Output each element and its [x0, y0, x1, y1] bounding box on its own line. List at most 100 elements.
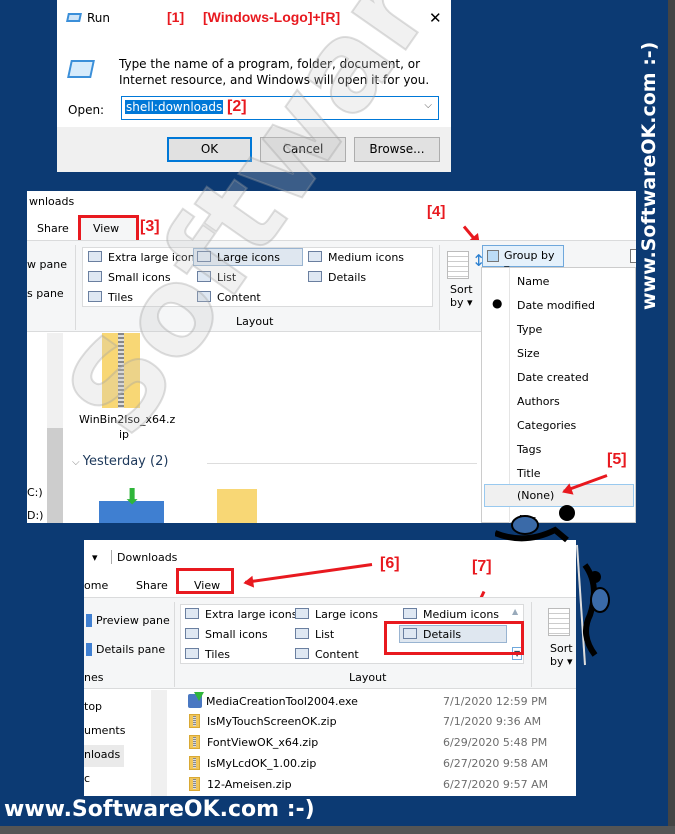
preview-pane-button[interactable]: w pane — [27, 258, 67, 271]
annotation-6: [6] — [380, 555, 400, 572]
zip-icon — [189, 714, 200, 728]
rope-line — [576, 544, 586, 666]
file-row[interactable]: MediaCreationTool2004.exe — [188, 692, 358, 712]
separator — [75, 245, 76, 330]
layout-small-icons[interactable]: Small icons — [88, 269, 171, 287]
preview-pane-icon — [86, 614, 92, 627]
run-description: Type the name of a program, folder, docu… — [119, 57, 430, 87]
file-row[interactable]: IsMyLcdOK_1.00.zip — [189, 754, 316, 774]
highlight-box-view — [78, 215, 139, 243]
layout-tiles[interactable]: Tiles — [185, 646, 230, 664]
menu-item-none-highlight[interactable] — [484, 484, 634, 507]
label: Extra large icons — [108, 251, 201, 264]
open-input-value: shell:downloads — [125, 100, 224, 114]
layout-content[interactable]: Content — [197, 289, 261, 307]
menu-item-authors[interactable]: Authors — [517, 395, 560, 408]
nav-scrollbar[interactable] — [47, 333, 63, 523]
file-row[interactable]: FontViewOK_x64.zip — [189, 733, 318, 753]
nav-item-documents[interactable]: uments — [84, 724, 125, 737]
label: Small icons — [205, 628, 268, 641]
backpack-shape — [511, 515, 539, 535]
menu-item-date-modified[interactable]: Date modified — [517, 299, 595, 312]
checkbox[interactable] — [630, 249, 636, 263]
layout-list[interactable]: List — [295, 626, 334, 644]
details-icon — [308, 271, 322, 282]
file-date: 7/1/2020 12:59 PM — [443, 695, 548, 708]
details-pane-button[interactable]: s pane — [27, 287, 64, 300]
annotation-5: [5] — [607, 451, 627, 468]
file-name: MediaCreationTool2004.exe — [206, 695, 358, 708]
menu-item-date-created[interactable]: Date created — [517, 371, 589, 384]
menu-item-none[interactable]: (None) — [517, 489, 554, 502]
layout-details[interactable]: Details — [308, 269, 366, 287]
layout-tiles[interactable]: Tiles — [88, 289, 133, 307]
annotation-2: [2] — [227, 98, 247, 115]
nav-item-music[interactable]: c — [84, 772, 90, 785]
sort-by-label-2[interactable]: by ▾ — [450, 296, 473, 309]
file-label-winbin2iso[interactable]: WinBin2Iso_x64.z ip — [79, 412, 175, 442]
tab-home[interactable]: ome — [84, 579, 108, 592]
chevron-down-icon[interactable]: ⌵ — [424, 100, 432, 111]
zip-folder-icon-2 — [217, 489, 257, 523]
label: Large icons — [315, 608, 378, 621]
separator — [111, 550, 112, 564]
sort-icon — [447, 251, 469, 279]
tab-share[interactable]: Share — [37, 222, 69, 235]
menu-item-type[interactable]: Type — [517, 323, 542, 336]
sort-by-label[interactable]: Sort — [450, 283, 473, 296]
menu-item-size[interactable]: Size — [517, 347, 540, 360]
branding-bottom: www.SoftwareOK.com :-) — [4, 797, 315, 822]
exe-icon — [188, 692, 204, 708]
layout-small-icons[interactable]: Small icons — [185, 626, 268, 644]
scrollbar-thumb[interactable] — [47, 428, 63, 523]
label: List — [315, 628, 335, 641]
close-icon[interactable]: ✕ — [429, 9, 442, 27]
layout-list[interactable]: List — [197, 269, 236, 287]
tiles-icon — [88, 291, 102, 302]
group-header-yesterday[interactable]: ⌵ Yesterday (2) — [72, 454, 168, 469]
group-by-button[interactable]: Group by ▾ — [482, 245, 564, 275]
layout-extra-large-icons[interactable]: Extra large icons — [185, 606, 297, 624]
layout-large-icons[interactable]: Large icons — [193, 248, 303, 266]
layout-extra-large-icons[interactable]: Extra large icons — [88, 249, 200, 267]
run-title-bar: Run [1] [Windows-Logo]+[R] ✕ — [57, 0, 451, 38]
layout-gallery: Extra large icons Large icons Medium ico… — [82, 247, 433, 307]
nav-item-downloads[interactable]: nloads — [84, 748, 120, 761]
label: Content — [315, 648, 359, 661]
file-row[interactable]: 12-Ameisen.zip — [189, 775, 292, 795]
window-title: wnloads — [29, 195, 75, 208]
panes-group-label: nes — [84, 671, 104, 684]
open-input[interactable]: shell:downloads [2] ⌵ — [121, 96, 439, 120]
label: Details — [328, 271, 367, 284]
browse-button[interactable]: Browse... — [354, 137, 440, 162]
label: Medium icons — [328, 251, 405, 264]
menu-item-categories[interactable]: Categories — [517, 419, 576, 432]
nav-item-desktop[interactable]: top — [84, 700, 102, 713]
menu-item-title[interactable]: Title — [517, 467, 541, 480]
tab-share[interactable]: Share — [136, 579, 168, 592]
menu-item-tags[interactable]: Tags — [517, 443, 541, 456]
climber-head-2 — [589, 571, 601, 583]
download-arrow-icon: ⬇ — [123, 485, 142, 510]
nav-item-d[interactable]: D:) — [27, 509, 43, 522]
menu-item-name[interactable]: Name — [517, 275, 549, 288]
details-pane-button[interactable]: Details pane — [96, 643, 165, 656]
file-row[interactable]: IsMyTouchScreenOK.zip — [189, 712, 337, 732]
layout-content[interactable]: Content — [295, 646, 359, 664]
file-name: 12-Ameisen.zip — [207, 778, 292, 791]
group-by-menu: Name ● Date modified Type Size Date crea… — [481, 267, 636, 523]
window-title: Downloads — [117, 551, 178, 564]
extra-large-icons-icon — [88, 251, 102, 262]
label: Extra large icons — [205, 608, 298, 621]
preview-pane-button[interactable]: Preview pane — [96, 614, 170, 627]
nav-scrollbar[interactable] — [151, 690, 167, 796]
ok-button[interactable]: OK — [167, 137, 252, 162]
medium-icons-icon — [308, 251, 322, 262]
qat-dropdown-icon[interactable]: ▾ — [92, 551, 98, 564]
layout-large-icons[interactable]: Large icons — [295, 606, 378, 624]
nav-item-c[interactable]: C:) — [27, 486, 43, 499]
run-large-icon — [67, 60, 95, 78]
backpack-shape-2 — [590, 587, 610, 613]
layout-medium-icons[interactable]: Medium icons — [308, 249, 404, 267]
cancel-button[interactable]: Cancel — [260, 137, 346, 162]
